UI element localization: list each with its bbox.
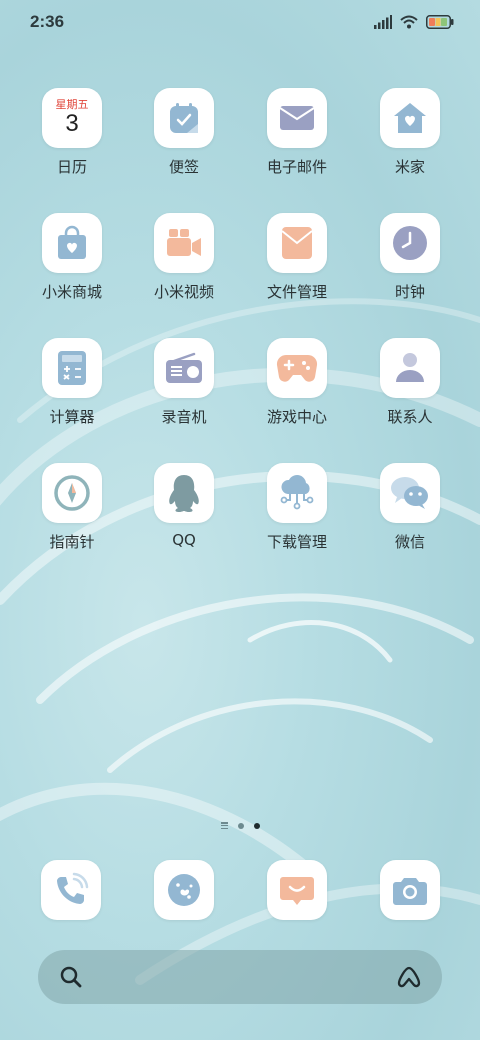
calendar-weekday: 星期五: [55, 97, 89, 111]
app-label: QQ: [172, 531, 196, 549]
browser-icon: [168, 874, 200, 906]
dock-messages[interactable]: [267, 860, 327, 920]
app-label: 游戏中心: [266, 408, 327, 426]
clock-icon: [380, 213, 440, 273]
calculator-icon: [42, 338, 102, 398]
shopping-bag-icon: [42, 213, 102, 273]
app-recorder[interactable]: 录音机: [134, 338, 234, 427]
app-label: 微信: [394, 533, 425, 551]
radio-icon: [154, 338, 214, 398]
app-email[interactable]: 电子邮件: [247, 88, 347, 177]
video-camera-icon: [154, 213, 214, 273]
app-game-center[interactable]: 游戏中心: [247, 338, 347, 427]
app-label: 计算器: [49, 408, 95, 426]
app-mi-store[interactable]: 小米商城: [22, 213, 122, 302]
app-label: 时钟: [394, 283, 425, 301]
cloud-download-icon: [267, 463, 327, 523]
folder-icon: [267, 213, 327, 273]
app-label: 电子邮件: [266, 158, 327, 176]
contact-person-icon: [380, 338, 440, 398]
app-label: 小米商城: [41, 283, 102, 301]
page-dot-active: [253, 822, 260, 829]
home-icon: [380, 88, 440, 148]
wechat-icon: [380, 463, 440, 523]
wifi-icon: [400, 15, 418, 29]
camera-icon: [393, 878, 427, 905]
assistant-icon[interactable]: [396, 965, 422, 989]
app-label: 录音机: [161, 408, 207, 426]
page-dot: [237, 822, 244, 829]
qq-penguin-icon: [154, 463, 214, 523]
app-file-manager[interactable]: 文件管理: [247, 213, 347, 302]
calendar-icon: 星期五 3: [42, 88, 102, 148]
dock-phone[interactable]: [41, 860, 101, 920]
app-qq[interactable]: QQ: [134, 463, 234, 549]
app-label: 文件管理: [266, 283, 327, 301]
notes-icon: [154, 88, 214, 148]
app-contacts[interactable]: 联系人: [360, 338, 460, 427]
app-compass[interactable]: 指南针: [22, 463, 122, 552]
app-label: 小米视频: [153, 283, 214, 301]
app-label: 日历: [56, 158, 87, 176]
page-indicator[interactable]: [0, 822, 480, 829]
app-calculator[interactable]: 计算器: [22, 338, 122, 427]
battery-icon: [426, 15, 454, 29]
compass-icon: [42, 463, 102, 523]
signal-icon: [374, 15, 392, 29]
app-mihome[interactable]: 米家: [360, 88, 460, 177]
status-time: 2:36: [30, 12, 65, 31]
app-mi-video[interactable]: 小米视频: [134, 213, 234, 302]
status-bar: 2:36: [0, 0, 480, 44]
search-bar[interactable]: [38, 950, 442, 1004]
gamepad-icon: [267, 338, 327, 398]
app-label: 指南针: [49, 533, 95, 551]
app-label: 联系人: [387, 408, 433, 426]
app-notes[interactable]: 便签: [134, 88, 234, 177]
app-calendar[interactable]: 星期五 3 日历: [22, 88, 122, 177]
app-wechat[interactable]: 微信: [360, 463, 460, 552]
dock-browser[interactable]: [154, 860, 214, 920]
phone-icon: [57, 872, 89, 904]
app-label: 下载管理: [266, 533, 327, 551]
calendar-date: 3: [65, 109, 79, 137]
dock-camera[interactable]: [380, 860, 440, 920]
page-indicator-menu-icon: [220, 822, 228, 829]
app-label: 便签: [168, 158, 199, 176]
app-download-manager[interactable]: 下载管理: [247, 463, 347, 552]
mail-icon: [267, 88, 327, 148]
search-icon: [60, 966, 82, 988]
messages-icon: [280, 877, 314, 905]
app-clock[interactable]: 时钟: [360, 213, 460, 302]
app-label: 米家: [394, 158, 425, 176]
